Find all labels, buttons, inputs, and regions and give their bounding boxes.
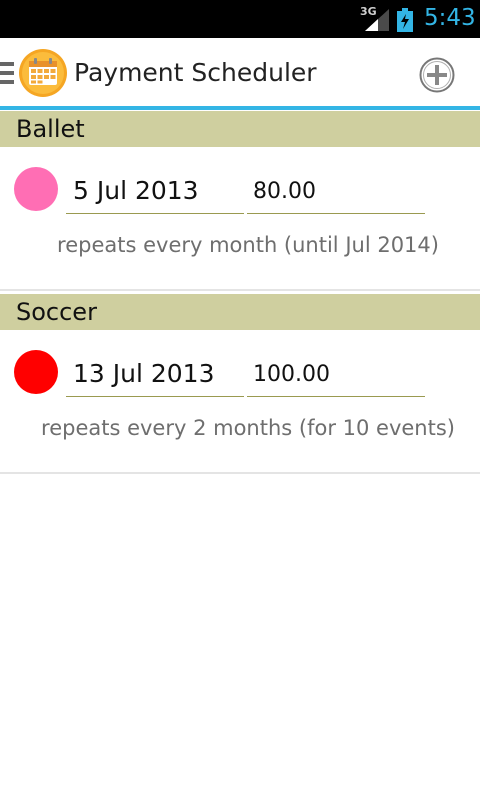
- status-bar: 3G 5:43: [0, 0, 480, 38]
- action-bar: Payment Scheduler: [0, 38, 480, 106]
- list-divider: [0, 289, 480, 291]
- group-header-soccer: Soccer: [0, 294, 480, 330]
- action-bar-divider: [0, 106, 480, 110]
- clock: 5:43: [424, 5, 476, 31]
- payment-color-dot[interactable]: [14, 167, 58, 211]
- amount-field[interactable]: 100.00: [247, 338, 425, 397]
- calendar-icon[interactable]: [18, 48, 68, 98]
- hamburger-icon[interactable]: [0, 62, 14, 89]
- battery-charging-icon: [397, 8, 413, 32]
- payment-color-dot[interactable]: [14, 350, 58, 394]
- group-header-ballet: Ballet: [0, 111, 480, 147]
- payment-row[interactable]: 13 Jul 2013 100.00 repeats every 2 month…: [0, 330, 480, 473]
- amount-value: 100.00: [253, 362, 330, 387]
- payment-row[interactable]: 5 Jul 2013 80.00 repeats every month (un…: [0, 147, 480, 290]
- app-title: Payment Scheduler: [74, 58, 317, 87]
- add-circle-icon[interactable]: [419, 57, 455, 93]
- date-field[interactable]: 13 Jul 2013: [66, 338, 244, 397]
- group-title: Ballet: [16, 115, 85, 143]
- repeat-description: repeats every month (until Jul 2014): [57, 233, 439, 257]
- list-divider: [0, 472, 480, 474]
- date-value: 5 Jul 2013: [73, 176, 199, 205]
- date-field[interactable]: 5 Jul 2013: [66, 155, 244, 214]
- amount-value: 80.00: [253, 179, 316, 204]
- group-title: Soccer: [16, 298, 97, 326]
- screen: 3G 5:43 Payment Scheduler Ballet 5 Jul 2…: [0, 0, 480, 800]
- amount-field[interactable]: 80.00: [247, 155, 425, 214]
- date-value: 13 Jul 2013: [73, 359, 215, 388]
- signal-icon: [365, 9, 389, 31]
- repeat-description: repeats every 2 months (for 10 events): [41, 416, 455, 440]
